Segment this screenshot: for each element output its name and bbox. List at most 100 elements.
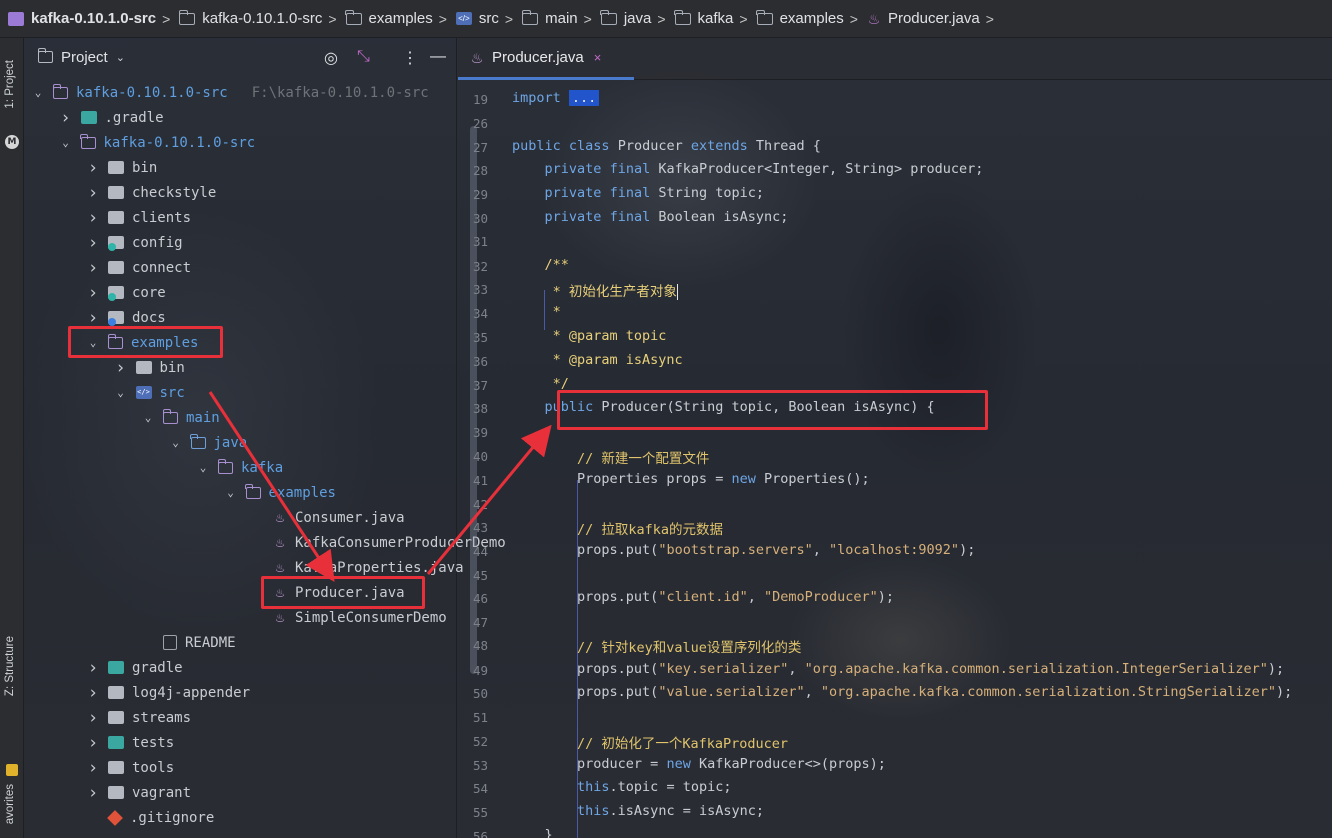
chevron-right-icon[interactable]: › [87, 308, 99, 328]
tree-item[interactable]: › gradle [87, 655, 183, 680]
code-line[interactable]: public class Producer extends Thread { [512, 138, 821, 154]
code-line[interactable]: private final Boolean isAsync; [512, 209, 789, 225]
chevron-down-icon[interactable]: ⌄ [197, 461, 209, 474]
code-line[interactable]: * @param topic [512, 328, 667, 344]
chevron-down-icon[interactable]: ⌄ [170, 436, 182, 449]
tree-item[interactable]: ⌄ kafka-0.10.1.0-src [60, 130, 255, 155]
code-line[interactable]: this.topic = topic; [512, 779, 731, 795]
chevron-down-icon[interactable]: ⌄ [115, 386, 127, 399]
breadcrumb-item[interactable]: examples > [344, 9, 456, 27]
chevron-down-icon[interactable]: ⌄ [142, 411, 154, 424]
locate-file-icon[interactable]: ◎ [324, 48, 338, 68]
structure-tool-button[interactable]: Z: Structure [4, 636, 16, 696]
chevron-right-icon[interactable]: › [87, 783, 99, 803]
code-line[interactable]: * @param isAsync [512, 352, 683, 368]
breadcrumb-item[interactable]: java > [600, 9, 675, 27]
tree-item[interactable]: › bin [87, 155, 157, 180]
breadcrumb-item[interactable]: ♨ Producer.java > [867, 10, 1003, 27]
tree-item[interactable]: ⌄ kafka [197, 455, 283, 480]
tree-item[interactable]: ♨ Consumer.java [252, 505, 405, 530]
chevron-right-icon[interactable]: › [87, 183, 99, 203]
chevron-down-icon[interactable]: ⌄ [32, 86, 44, 99]
chevron-down-icon[interactable]: ⌄ [116, 51, 125, 64]
code-line[interactable]: import ... [512, 90, 600, 106]
tree-item[interactable]: › log4j-appender [87, 680, 250, 705]
chevron-right-icon[interactable]: › [87, 733, 99, 753]
chevron-right-icon[interactable]: › [87, 158, 99, 178]
tree-item[interactable]: ⌄ java [170, 430, 247, 455]
tree-item[interactable]: ⌄ examples [225, 480, 336, 505]
breadcrumb-item[interactable]: main > [521, 9, 601, 27]
code-line[interactable]: // 新建一个配置文件 [512, 447, 709, 467]
tab-producer-java[interactable]: ♨ Producer.java × [458, 38, 634, 80]
maven-icon[interactable]: M [5, 135, 19, 149]
breadcrumb-item[interactable]: examples > [755, 9, 867, 27]
chevron-right-icon[interactable]: › [87, 658, 99, 678]
tree-item[interactable]: ⌄ examples [87, 330, 198, 355]
chevron-right-icon[interactable]: › [87, 708, 99, 728]
tree-item[interactable]: › checkstyle [87, 180, 216, 205]
tree-item[interactable]: › bin [115, 355, 184, 380]
code-line[interactable]: * 初始化生产者对象 [512, 280, 678, 300]
chevron-down-icon[interactable]: ⌄ [225, 486, 237, 499]
tree-item[interactable]: › tests [87, 730, 174, 755]
chevron-down-icon[interactable]: ⌄ [60, 136, 72, 149]
breadcrumb-item[interactable]: kafka-0.10.1.0-src > [178, 9, 345, 27]
chevron-right-icon[interactable]: › [115, 358, 127, 378]
code-line[interactable]: props.put("key.serializer", "org.apache.… [512, 661, 1284, 677]
tree-item[interactable]: › clients [87, 205, 191, 230]
project-tool-button[interactable]: 1: Project [4, 60, 16, 109]
tree-item[interactable]: › core [87, 280, 166, 305]
hide-panel-icon[interactable]: — [430, 48, 446, 66]
chevron-down-icon[interactable]: ⌄ [87, 336, 99, 349]
tree-item[interactable]: › tools [87, 755, 174, 780]
tree-item[interactable]: › docs [87, 305, 166, 330]
code-line[interactable]: * [512, 304, 561, 320]
favorites-tool-button[interactable]: avorites [4, 784, 16, 824]
code-line[interactable]: private final KafkaProducer<Integer, Str… [512, 161, 984, 177]
tree-item[interactable]: ♨ Producer.java [252, 580, 405, 605]
tree-item[interactable]: › config [87, 230, 183, 255]
tree-item[interactable]: › vagrant [87, 780, 191, 805]
breadcrumb-item[interactable]: kafka-0.10.1.0-src > [8, 10, 179, 27]
options-menu-icon[interactable]: ⋮ [402, 48, 418, 68]
chevron-right-icon[interactable]: › [87, 683, 99, 703]
code-line[interactable]: // 拉取kafka的元数据 [512, 518, 723, 538]
tree-item[interactable]: › streams [87, 705, 191, 730]
tree-item[interactable]: ⌄ </> src [115, 380, 185, 405]
code-line[interactable]: props.put("bootstrap.servers", "localhos… [512, 542, 975, 558]
code-line[interactable]: private final String topic; [512, 185, 764, 201]
close-icon[interactable]: × [594, 50, 602, 65]
tree-item[interactable]: › connect [87, 255, 191, 280]
code-line[interactable]: props.put("client.id", "DemoProducer"); [512, 589, 894, 605]
code-line[interactable]: /** [512, 257, 569, 273]
tree-item[interactable]: ♨ KafkaProperties.java [252, 555, 464, 580]
code-line[interactable]: this.isAsync = isAsync; [512, 803, 764, 819]
code-line[interactable]: props.put("value.serializer", "org.apach… [512, 684, 1292, 700]
code-line[interactable]: // 初始化了一个KafkaProducer [512, 732, 788, 752]
tree-item[interactable]: › .gradle [60, 105, 163, 130]
tree-item[interactable]: .gitignore [87, 805, 214, 830]
chevron-right-icon[interactable]: › [87, 233, 99, 253]
code-line[interactable]: } [512, 827, 553, 838]
chevron-right-icon[interactable]: › [60, 108, 72, 128]
tree-item[interactable]: ⌄ main [142, 405, 220, 430]
project-view-selector[interactable]: Project [61, 49, 108, 66]
code-area[interactable]: import ... public class Producer extends … [458, 80, 1332, 838]
tree-item[interactable]: ♨ SimpleConsumerDemo [252, 605, 447, 630]
breadcrumb-item[interactable]: kafka > [673, 9, 757, 27]
code-line[interactable]: // 针对key和value设置序列化的类 [512, 636, 801, 656]
collapse-all-icon[interactable]: ⤡ [357, 48, 370, 66]
chevron-right-icon[interactable]: › [87, 208, 99, 228]
chevron-right-icon[interactable]: › [87, 283, 99, 303]
tree-item[interactable]: ⌄ kafka-0.10.1.0-src F:\kafka-0.10.1.0-src [32, 80, 429, 105]
code-line[interactable]: public Producer(String topic, Boolean is… [512, 399, 935, 415]
breadcrumb-bar: kafka-0.10.1.0-src > kafka-0.10.1.0-src > ex… [0, 0, 1332, 38]
code-line[interactable]: */ [512, 376, 569, 392]
breadcrumb-item[interactable]: </> src > [455, 10, 522, 27]
code-line[interactable]: producer = new KafkaProducer<>(props); [512, 756, 886, 772]
chevron-right-icon[interactable]: › [87, 758, 99, 778]
code-line[interactable]: Properties props = new Properties(); [512, 471, 870, 487]
tree-item[interactable]: README [142, 630, 236, 655]
chevron-right-icon[interactable]: › [87, 258, 99, 278]
